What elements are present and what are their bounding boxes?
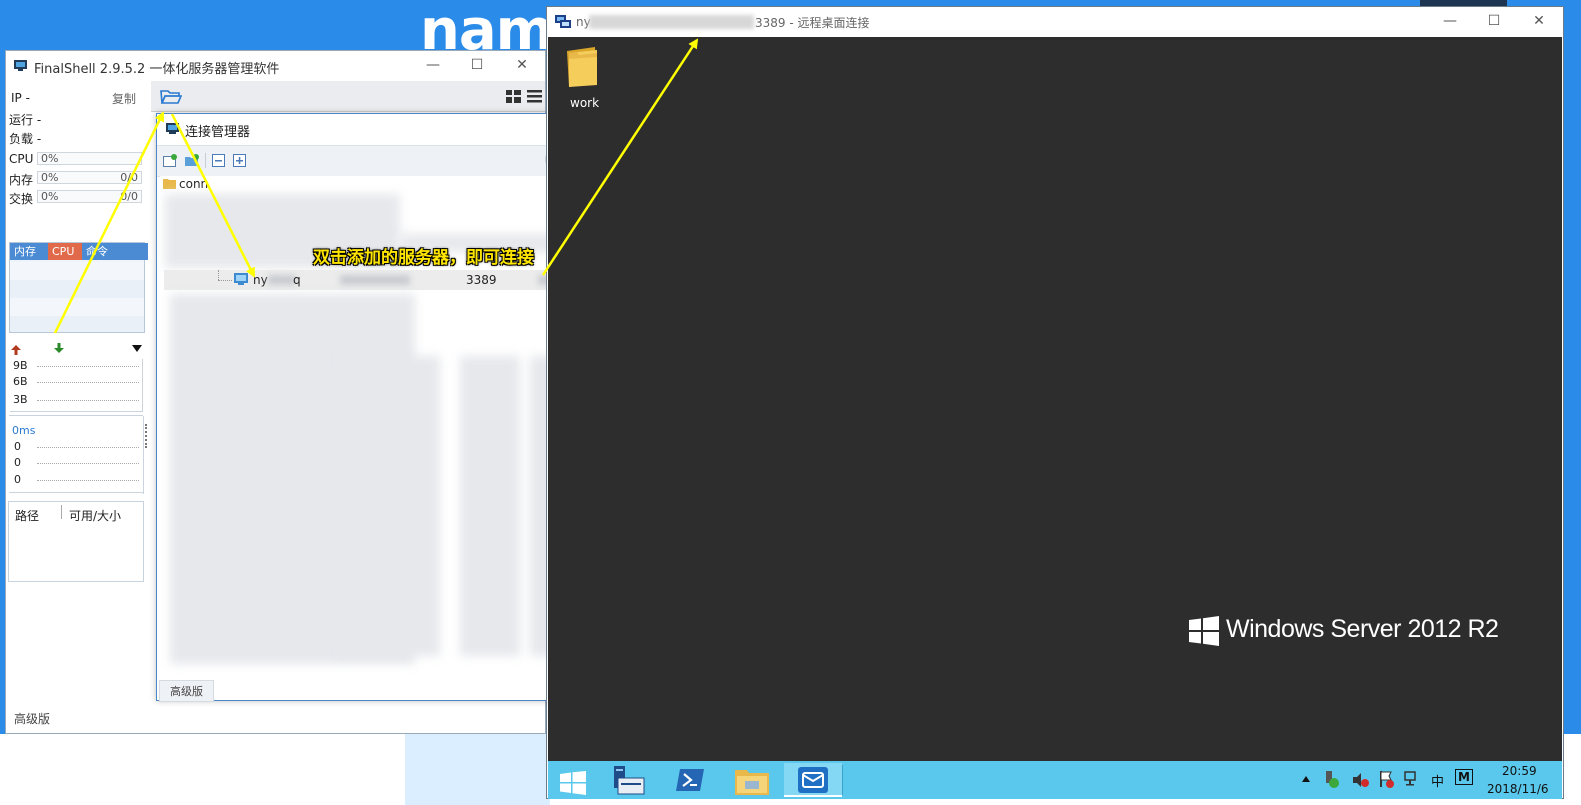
arrow-to-folder-button — [53, 111, 165, 334]
annotation-callout: 双击添加的服务器，即可连接 — [313, 248, 534, 268]
annotation-arrows — [53, 38, 699, 334]
arrow-to-connection-row — [170, 113, 256, 278]
arrow-to-rdp-window — [541, 38, 699, 276]
